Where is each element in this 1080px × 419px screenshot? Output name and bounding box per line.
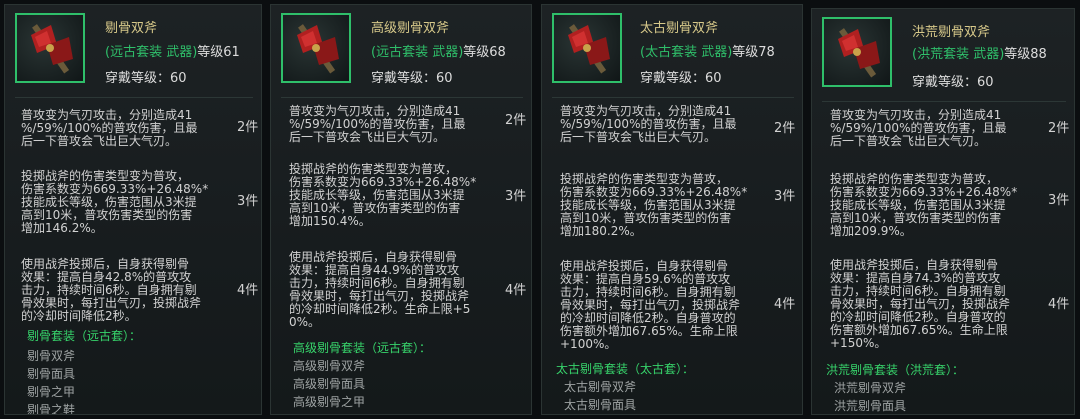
set-item: 洪荒剔骨面具 xyxy=(834,399,907,413)
double-axe-icon xyxy=(822,17,892,87)
set-title: 高级剔骨套装（远古套）： xyxy=(293,341,432,355)
set-effect-3: 投掷战斧的伤害类型变为普攻， 伤害系数变为669.33%+26.48%* 技能成… xyxy=(289,162,477,228)
series-label: (远古套装 武器) xyxy=(105,45,198,60)
wear-level: 穿戴等级：60 xyxy=(640,71,722,86)
set-item: 太古剔骨双斧 xyxy=(564,380,637,394)
item-title: 洪荒剔骨双斧 xyxy=(912,25,991,40)
set-item: 剔骨双斧 xyxy=(27,349,76,363)
divider xyxy=(15,97,253,98)
piece-count-2: 2件 xyxy=(774,121,796,136)
item-card-1: 剔骨双斧 (远古套装 武器)等级61 穿戴等级：60 普攻变为气刃攻击，分别造成… xyxy=(4,4,262,415)
set-title: 洪荒剔骨套装（洪荒套）： xyxy=(826,363,965,377)
series-label: (太古套装 武器) xyxy=(640,45,733,60)
double-axe-icon xyxy=(281,13,351,83)
item-title: 剔骨双斧 xyxy=(105,21,158,36)
piece-count-2: 2件 xyxy=(1048,121,1070,136)
item-series: (远古套装 武器)等级61 xyxy=(105,41,240,60)
item-level: 等级88 xyxy=(1004,47,1047,62)
divider xyxy=(552,97,794,98)
item-title: 高级剔骨双斧 xyxy=(371,21,450,36)
set-item: 剔骨面具 xyxy=(27,367,76,381)
series-label: (远古套装 武器) xyxy=(371,45,464,60)
divider xyxy=(281,97,523,98)
double-axe-icon xyxy=(552,13,622,83)
series-label: (洪荒套装 武器) xyxy=(912,47,1005,62)
item-level: 等级61 xyxy=(197,45,240,60)
piece-count-2: 2件 xyxy=(505,113,527,128)
set-effect-2: 普攻变为气刃攻击，分别造成41 %/59%/100%的普攻伤害，且最 后一下普攻… xyxy=(560,104,737,144)
wear-level: 穿戴等级：60 xyxy=(105,71,187,86)
wear-level: 穿戴等级：60 xyxy=(371,71,453,86)
piece-count-3: 3件 xyxy=(237,194,259,209)
piece-count-2: 2件 xyxy=(237,120,259,135)
item-card-4: 洪荒剔骨双斧 (洪荒套装 武器)等级88 穿戴等级：60 普攻变为气刃攻击，分别… xyxy=(811,8,1075,415)
set-effect-4: 使用战斧投掷后，自身获得剔骨 效果：提高自身59.6%的普攻攻 击力，持续时间6… xyxy=(560,259,741,351)
set-effect-2: 普攻变为气刃攻击，分别造成41 %/59%/100%的普攻伤害，且最 后一下普攻… xyxy=(830,108,1007,148)
item-title: 太古剔骨双斧 xyxy=(640,21,719,36)
set-item: 剔骨之鞋 xyxy=(27,403,76,415)
set-item: 剔骨之甲 xyxy=(27,385,76,399)
set-effect-3: 投掷战斧的伤害类型变为普攻， 伤害系数变为669.33%+26.48%* 技能成… xyxy=(830,172,1018,238)
item-level: 等级68 xyxy=(463,45,506,60)
set-title: 剔骨套装（远古套）： xyxy=(27,329,142,343)
item-series: (洪荒套装 武器)等级88 xyxy=(912,43,1047,62)
piece-count-4: 4件 xyxy=(1048,297,1070,312)
piece-count-4: 4件 xyxy=(237,283,259,298)
item-card-3: 太古剔骨双斧 (太古套装 武器)等级78 穿戴等级：60 普攻变为气刃攻击，分别… xyxy=(541,4,803,415)
double-axe-icon xyxy=(15,13,85,83)
set-effect-4: 使用战斧投掷后，自身获得剔骨 效果：提高自身44.9%的普攻攻 击力，持续时间6… xyxy=(289,250,471,329)
set-effect-3: 投掷战斧的伤害类型变为普攻， 伤害系数变为669.33%+26.48%* 技能成… xyxy=(560,172,748,238)
set-effect-2: 普攻变为气刃攻击，分别造成41 %/59%/100%的普攻伤害，且最 后一下普攻… xyxy=(289,104,466,144)
divider xyxy=(822,101,1066,102)
piece-count-3: 3件 xyxy=(1048,193,1070,208)
piece-count-4: 4件 xyxy=(774,297,796,312)
set-effect-3: 投掷战斧的伤害类型变为普攻， 伤害系数变为669.33%+26.48%* 技能成… xyxy=(21,169,209,235)
item-series: (远古套装 武器)等级68 xyxy=(371,41,506,60)
wear-level: 穿戴等级：60 xyxy=(912,75,994,90)
set-effect-4: 使用战斧投掷后，自身获得剔骨 效果：提高自身42.8%的普攻攻 击力，持续时间6… xyxy=(21,257,202,323)
set-item: 高级剔骨面具 xyxy=(293,377,366,391)
set-title: 太古剔骨套装（太古套）： xyxy=(556,362,695,376)
item-level: 等级78 xyxy=(732,45,775,60)
piece-count-4: 4件 xyxy=(505,283,527,298)
set-item: 洪荒剔骨双斧 xyxy=(834,381,907,395)
piece-count-3: 3件 xyxy=(774,189,796,204)
set-item: 高级剔骨之甲 xyxy=(293,395,366,409)
item-card-2: 高级剔骨双斧 (远古套装 武器)等级68 穿戴等级：60 普攻变为气刃攻击，分别… xyxy=(270,4,532,415)
set-item: 太古剔骨面具 xyxy=(564,398,637,412)
piece-count-3: 3件 xyxy=(505,189,527,204)
item-series: (太古套装 武器)等级78 xyxy=(640,41,775,60)
set-effect-4: 使用战斧投掷后，自身获得剔骨 效果：提高自身74.3%的普攻攻 击力，持续时间6… xyxy=(830,258,1011,350)
set-item: 高级剔骨双斧 xyxy=(293,359,366,373)
set-effect-2: 普攻变为气刃攻击，分别造成41 %/59%/100%的普攻伤害，且最 后一下普攻… xyxy=(21,108,198,148)
